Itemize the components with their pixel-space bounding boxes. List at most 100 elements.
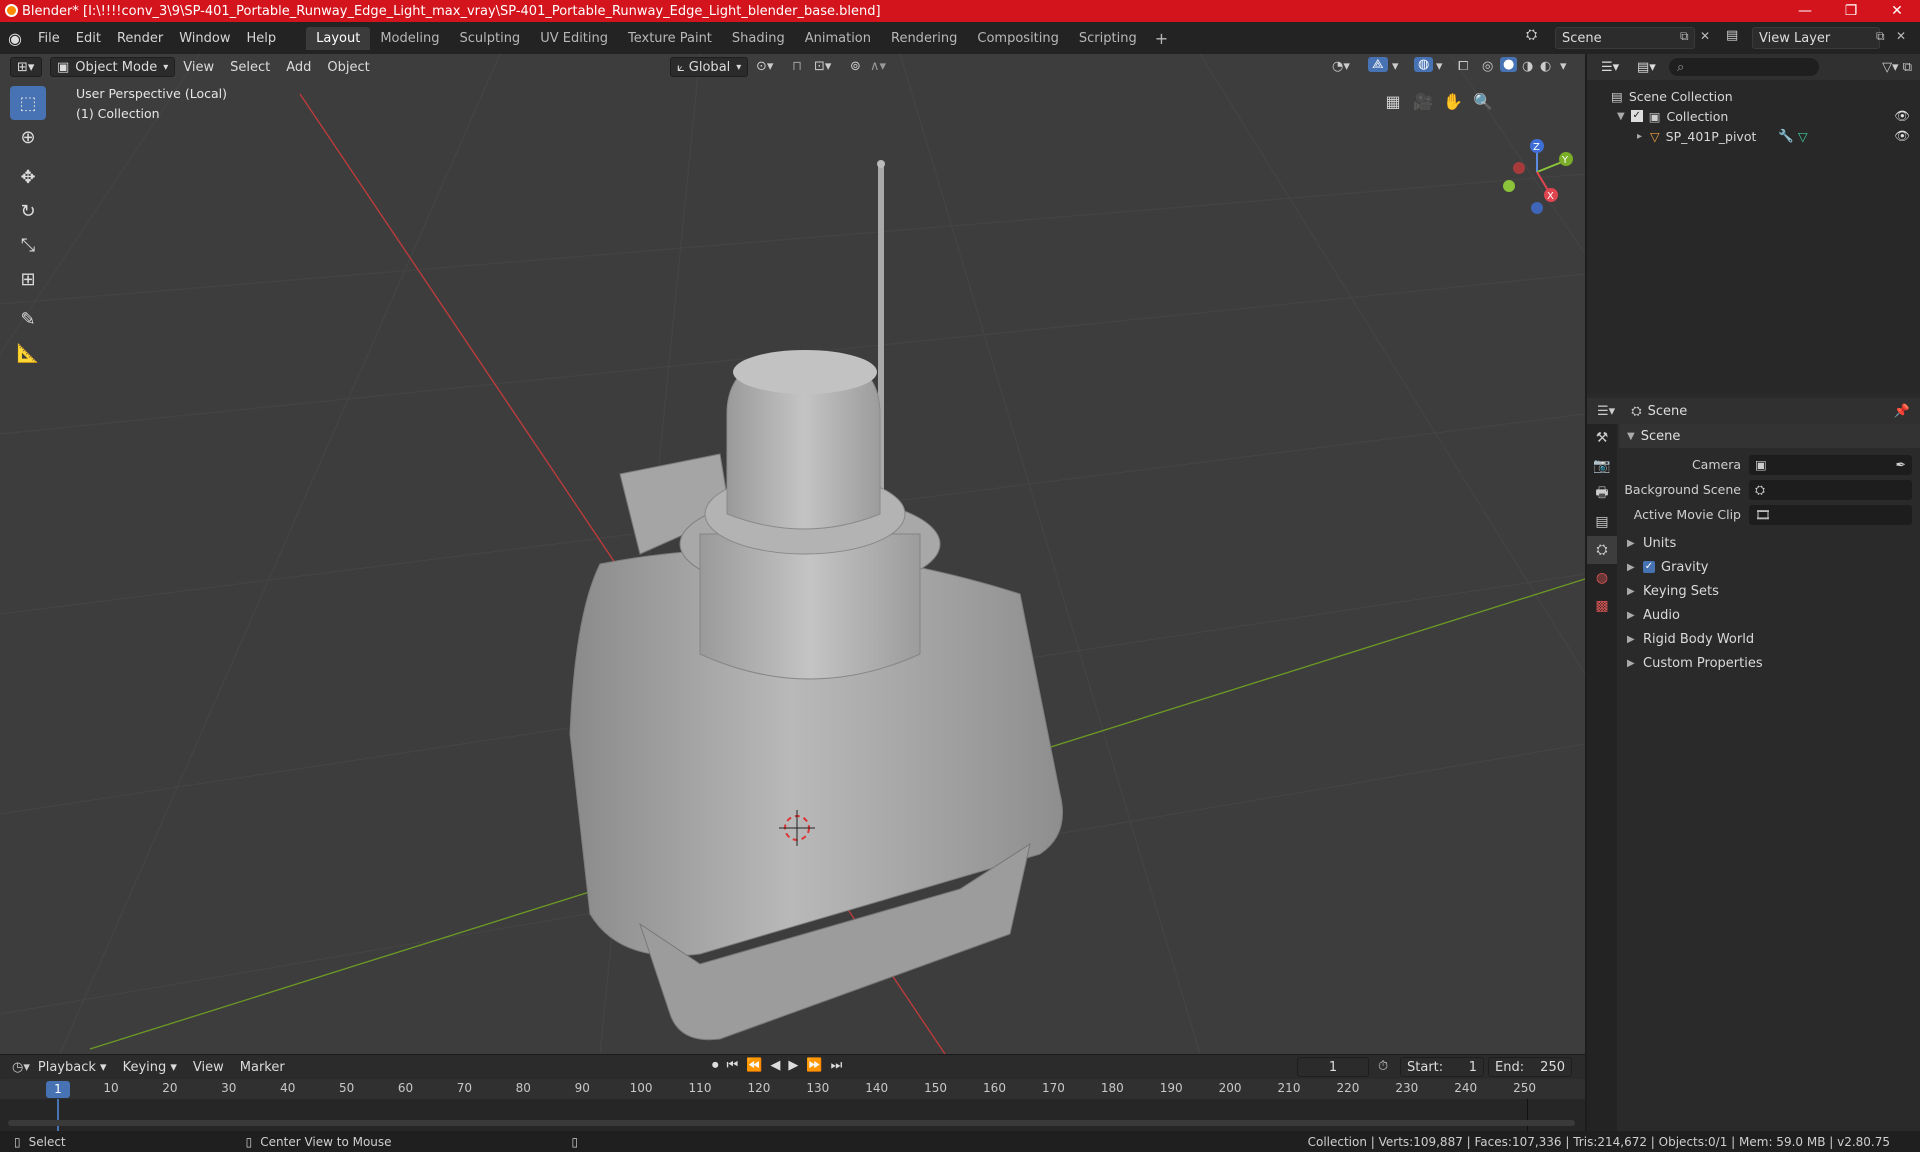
minimize-button[interactable]: —	[1782, 0, 1828, 22]
record-icon[interactable]: ⏺	[712, 1058, 719, 1073]
background-scene-field[interactable]: ⛭	[1749, 479, 1912, 500]
gizmo-toggle-icon[interactable]: ⟁	[1368, 57, 1388, 72]
new-view-layer-icon[interactable]: ⧉	[1876, 29, 1885, 44]
menu-file[interactable]: File	[30, 31, 68, 46]
jump-start-icon[interactable]: ⏮	[727, 1058, 739, 1073]
editor-type-button[interactable]: ⊞▾	[10, 57, 42, 77]
timeline-track-area[interactable]	[0, 1099, 1585, 1132]
gravity-panel[interactable]: ▶ ✓ Gravity	[1619, 555, 1920, 579]
stopwatch-icon[interactable]: ⏱	[1378, 1059, 1388, 1074]
render-tab-icon[interactable]: 📷	[1587, 452, 1617, 480]
timeline-menu-view[interactable]: View	[185, 1060, 232, 1075]
new-scene-icon[interactable]: ⧉	[1680, 29, 1689, 44]
proportional-edit-icon[interactable]: ⊚	[850, 59, 861, 74]
exclude-checkbox[interactable]: ✓	[1630, 110, 1643, 122]
camera-view-icon[interactable]: 🎥	[1408, 86, 1438, 116]
custom-properties-panel[interactable]: ▶ Custom Properties	[1619, 651, 1920, 675]
menu-render[interactable]: Render	[109, 31, 171, 46]
scene-selector-icon[interactable]: ⛭	[1526, 27, 1537, 43]
solid-shading-icon[interactable]: ●	[1500, 57, 1518, 72]
move-tool-icon[interactable]: ✥	[10, 160, 46, 194]
outliner-row-object[interactable]: ▸ ▽ SP_401P_pivot 🔧 ▽ 👁	[1587, 126, 1920, 146]
start-frame-field[interactable]: Start: 1	[1400, 1057, 1484, 1077]
menu-edit[interactable]: Edit	[68, 31, 109, 46]
camera-field[interactable]: ▣ ✒	[1749, 454, 1912, 475]
expand-arrow-icon[interactable]: ▼	[1617, 111, 1625, 122]
wireframe-shading-icon[interactable]: ◎	[1482, 59, 1493, 74]
units-panel[interactable]: ▶ Units	[1619, 531, 1920, 555]
next-keyframe-icon[interactable]: ⏩	[806, 1058, 822, 1073]
blender-menu-icon[interactable]: ◉	[0, 29, 30, 48]
timeline-scrollbar[interactable]	[8, 1120, 1575, 1126]
expand-arrow-icon[interactable]: ▸	[1637, 131, 1642, 142]
material-shading-icon[interactable]: ◑	[1522, 59, 1533, 74]
gravity-checkbox[interactable]: ✓	[1643, 561, 1655, 573]
keying-sets-panel[interactable]: ▶ Keying Sets	[1619, 579, 1920, 603]
viewport-menu-select[interactable]: Select	[222, 60, 278, 75]
add-workspace-button[interactable]: +	[1147, 29, 1176, 48]
scene-tab-icon[interactable]: ⛭	[1587, 536, 1617, 564]
tab-uv-editing[interactable]: UV Editing	[530, 27, 618, 50]
tab-sculpting[interactable]: Sculpting	[449, 27, 530, 50]
delete-view-layer-icon[interactable]: ✕	[1896, 29, 1906, 43]
viewport-menu-object[interactable]: Object	[319, 60, 377, 75]
snap-icon[interactable]: ⊓	[792, 59, 802, 74]
prev-keyframe-icon[interactable]: ⏪	[746, 1058, 762, 1073]
tab-shading[interactable]: Shading	[722, 27, 795, 50]
tab-animation[interactable]: Animation	[795, 27, 881, 50]
navigation-gizmo[interactable]: Z Y X	[1503, 139, 1573, 214]
view-layer-tab-icon[interactable]: ▤	[1587, 508, 1617, 536]
tab-modeling[interactable]: Modeling	[370, 27, 449, 50]
zoom-icon[interactable]: 🔍	[1468, 86, 1498, 116]
output-tab-icon[interactable]: 🖶	[1587, 480, 1617, 508]
tab-rendering[interactable]: Rendering	[881, 27, 967, 50]
timeline-editor-type-icon[interactable]: ◷▾	[12, 1060, 30, 1075]
end-frame-field[interactable]: End: 250	[1488, 1057, 1572, 1077]
rendered-shading-icon[interactable]: ◐	[1540, 59, 1551, 74]
timeline-menu-keying[interactable]: Keying ▾	[115, 1060, 185, 1075]
select-box-icon[interactable]: ⬚	[10, 86, 46, 120]
snap-target-icon[interactable]: ⊡▾	[814, 59, 831, 74]
tab-scripting[interactable]: Scripting	[1069, 27, 1147, 50]
outliner-search-input[interactable]: ⌕	[1669, 58, 1819, 76]
3d-viewport[interactable]: Z Y X ⊞▾ ▣ Object Mode ▾ View Select Add O…	[0, 54, 1585, 1054]
chevron-down-icon[interactable]: ▾	[1436, 59, 1443, 74]
jump-end-icon[interactable]: ⏭	[831, 1058, 843, 1073]
viewport-menu-add[interactable]: Add	[278, 60, 319, 75]
scale-tool-icon[interactable]: ⤡	[10, 228, 46, 262]
outliner-editor-type-icon[interactable]: ☰▾	[1595, 57, 1627, 77]
pin-icon[interactable]: 📌	[1894, 404, 1910, 419]
active-movie-clip-field[interactable]: 🎞	[1749, 504, 1912, 525]
chevron-down-icon[interactable]: ▾	[1560, 59, 1567, 74]
menu-window[interactable]: Window	[171, 31, 238, 46]
timeline-menu-playback[interactable]: Playback ▾	[30, 1060, 115, 1075]
xray-toggle-icon[interactable]: ⧠	[1458, 59, 1468, 74]
chevron-down-icon[interactable]: ▾	[1392, 59, 1399, 74]
pivot-point-icon[interactable]: ⊙▾	[756, 59, 773, 74]
grid-view-icon[interactable]: ▦	[1378, 86, 1408, 116]
eye-icon[interactable]: 👁	[1894, 128, 1910, 144]
viewport-menu-view[interactable]: View	[175, 60, 222, 75]
current-frame-indicator[interactable]: 1	[46, 1081, 70, 1098]
audio-panel[interactable]: ▶ Audio	[1619, 603, 1920, 627]
timeline-menu-marker[interactable]: Marker	[232, 1060, 293, 1075]
tab-texture-paint[interactable]: Texture Paint	[618, 27, 722, 50]
visibility-icon[interactable]: ◔▾	[1332, 59, 1350, 74]
play-reverse-icon[interactable]: ◀	[770, 1058, 780, 1073]
mode-dropdown[interactable]: ▣ Object Mode ▾	[50, 57, 176, 77]
overlays-toggle-icon[interactable]: ◍	[1414, 57, 1434, 72]
scene-name-field[interactable]: Scene	[1555, 27, 1695, 49]
timeline-ruler[interactable]: 1 10 20 30 40 50 60 70 80 90 100 110 120 130 140 150 160…	[0, 1079, 1585, 1099]
tab-layout[interactable]: Layout	[306, 26, 371, 50]
rotate-tool-icon[interactable]: ↻	[10, 194, 46, 228]
current-frame-field[interactable]: 1	[1297, 1057, 1369, 1077]
eye-icon[interactable]: 👁	[1894, 108, 1910, 124]
annotate-tool-icon[interactable]: ✎	[10, 302, 46, 336]
rigid-body-world-panel[interactable]: ▶ Rigid Body World	[1619, 627, 1920, 651]
outliner-row-collection[interactable]: ▼ ✓ ▣ Collection 👁	[1587, 106, 1920, 126]
texture-tab-icon[interactable]: ▩	[1587, 592, 1617, 620]
play-icon[interactable]: ▶	[788, 1058, 798, 1073]
pan-hand-icon[interactable]: ✋	[1438, 86, 1468, 116]
tab-compositing[interactable]: Compositing	[967, 27, 1069, 50]
falloff-icon[interactable]: ∧▾	[870, 59, 886, 74]
